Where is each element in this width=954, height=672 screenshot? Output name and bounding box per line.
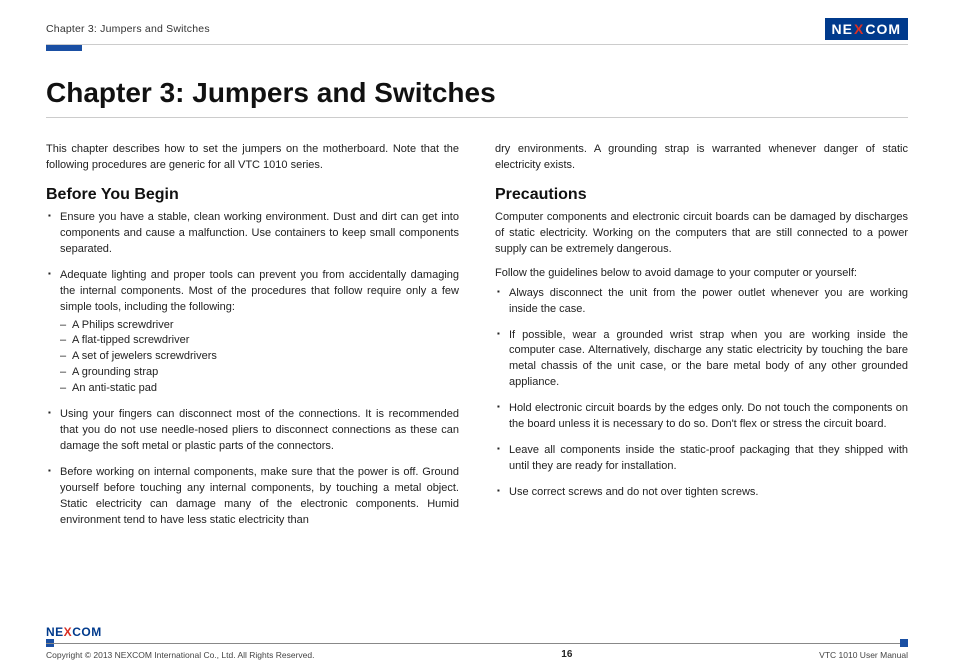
accent-bar: [46, 45, 82, 51]
before-list: Ensure you have a stable, clean working …: [46, 210, 459, 316]
before-list-2: Using your fingers can disconnect most o…: [46, 407, 459, 529]
logo-part-a: NE: [832, 21, 853, 37]
page-footer: NEXCOM Copyright © 2013 NEXCOM Internati…: [46, 625, 908, 660]
precautions-p2: Follow the guidelines below to avoid dam…: [495, 266, 908, 282]
precaution-item: Hold electronic circuit boards by the ed…: [495, 401, 908, 433]
precaution-item: If possible, wear a grounded wrist strap…: [495, 328, 908, 392]
manual-name: VTC 1010 User Manual: [819, 650, 908, 660]
tool-item: A grounding strap: [46, 365, 459, 381]
precaution-item: Always disconnect the unit from the powe…: [495, 286, 908, 318]
logo-part-b: COM: [865, 21, 901, 37]
tool-item: A set of jewelers screwdrivers: [46, 349, 459, 365]
tools-list: A Philips screwdriver A flat-tipped scre…: [46, 318, 459, 398]
before-item: Ensure you have a stable, clean working …: [46, 210, 459, 258]
left-column: This chapter describes how to set the ju…: [46, 142, 459, 672]
before-heading: Before You Begin: [46, 186, 459, 204]
content-columns: This chapter describes how to set the ju…: [46, 142, 908, 672]
header-bar: Chapter 3: Jumpers and Switches NEXCOM: [46, 18, 908, 45]
footer-logo: NEXCOM: [46, 625, 908, 639]
breadcrumb: Chapter 3: Jumpers and Switches: [46, 23, 210, 35]
tool-item: A Philips screwdriver: [46, 318, 459, 334]
footer-logo-x: X: [64, 625, 73, 639]
page-number: 16: [561, 649, 572, 660]
chapter-title-wrap: Chapter 3: Jumpers and Switches: [46, 77, 908, 118]
footer-rule: [46, 641, 908, 645]
chapter-title: Chapter 3: Jumpers and Switches: [46, 77, 908, 109]
precautions-list: Always disconnect the unit from the powe…: [495, 286, 908, 501]
right-column: dry environments. A grounding strap is w…: [495, 142, 908, 672]
footer-logo-a: NE: [46, 625, 64, 639]
footer-dot-right: [900, 639, 908, 647]
precautions-heading: Precautions: [495, 186, 908, 204]
intro-paragraph: This chapter describes how to set the ju…: [46, 142, 459, 174]
brand-logo: NEXCOM: [825, 18, 908, 40]
before-item: Before working on internal components, m…: [46, 465, 459, 529]
footer-logo-b: COM: [72, 625, 102, 639]
right-continuation: dry environments. A grounding strap is w…: [495, 142, 908, 174]
logo-part-x: X: [853, 21, 865, 37]
precaution-item: Use correct screws and do not over tight…: [495, 485, 908, 501]
before-item: Adequate lighting and proper tools can p…: [46, 268, 459, 316]
before-item: Using your fingers can disconnect most o…: [46, 407, 459, 455]
tool-item: An anti-static pad: [46, 381, 459, 397]
precautions-p1: Computer components and electronic circu…: [495, 210, 908, 258]
precaution-item: Leave all components inside the static-p…: [495, 443, 908, 475]
tool-item: A flat-tipped screwdriver: [46, 333, 459, 349]
copyright-text: Copyright © 2013 NEXCOM International Co…: [46, 650, 314, 660]
